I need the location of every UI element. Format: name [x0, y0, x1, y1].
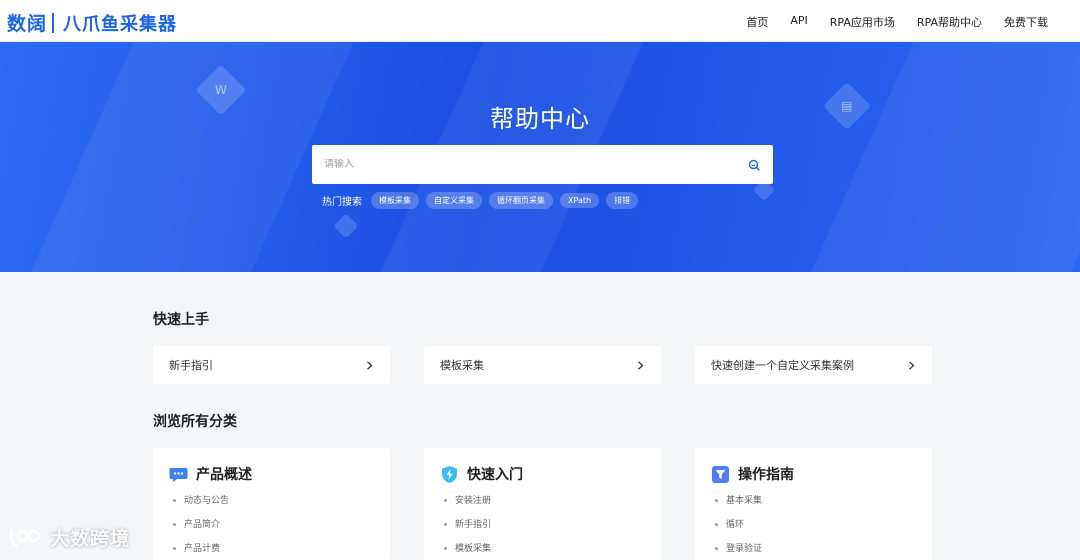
category-link[interactable]: 登录验证: [715, 542, 762, 560]
categories-heading: 浏览所有分类: [153, 414, 237, 430]
hot-search-label: 热门搜索: [322, 197, 362, 208]
category-link-label: 登录验证: [726, 544, 763, 554]
chevron-right-icon: [909, 360, 915, 370]
category-title: 快速入门: [467, 467, 523, 483]
category-header[interactable]: 操作指南: [711, 464, 794, 484]
hero-banner: W ▤ 帮助中心 热门搜索 模板采集 自定义采集 循环翻页采集 XPath 排错: [0, 42, 1080, 272]
bullet-icon: [173, 547, 176, 550]
hot-tag-debug[interactable]: 排错: [606, 192, 639, 209]
funnel-icon: [711, 465, 730, 484]
hot-search-row: 热门搜索 模板采集 自定义采集 循环翻页采集 XPath 排错: [322, 192, 639, 209]
category-link[interactable]: 新手指引: [444, 518, 491, 542]
category-link-label: 循环: [726, 520, 745, 530]
doc-icon: [333, 213, 359, 239]
category-link-label: 产品简介: [184, 520, 221, 530]
category-link-label: 动态与公告: [184, 496, 230, 506]
nav-item-download[interactable]: 免费下载: [1004, 14, 1048, 30]
nav-item-api[interactable]: API: [790, 14, 807, 30]
quick-card-label: 快速创建一个自定义采集案例: [711, 359, 854, 372]
logo-divider: [52, 12, 55, 33]
logo[interactable]: 数阔 八爪鱼采集器: [7, 9, 177, 36]
category-link-label: 安装注册: [455, 496, 492, 506]
bullet-icon: [444, 523, 447, 526]
hot-tag-template[interactable]: 模板采集: [371, 192, 419, 209]
page-title: 帮助中心: [490, 105, 590, 133]
category-link-label: 产品计费: [184, 544, 221, 554]
category-header[interactable]: 快速入门: [440, 464, 523, 484]
category-link-list: 安装注册 新手指引 模板采集: [444, 494, 491, 560]
bullet-icon: [444, 499, 447, 502]
hero-decor-band: [788, 42, 1080, 272]
bullet-icon: [715, 499, 718, 502]
quick-card-label: 模板采集: [440, 359, 484, 372]
chat-bubble-icon: [169, 465, 188, 484]
main-nav: 首页 API RPA应用市场 RPA帮助中心 免费下载: [746, 14, 1048, 30]
category-card-quickstart: 快速入门 安装注册 新手指引 模板采集: [424, 448, 661, 560]
quick-start-heading: 快速上手: [153, 312, 209, 328]
category-link[interactable]: 基本采集: [715, 494, 762, 518]
bullet-icon: [715, 523, 718, 526]
search-input[interactable]: [324, 159, 747, 170]
category-link[interactable]: 模板采集: [444, 542, 491, 560]
nav-item-home[interactable]: 首页: [746, 14, 768, 30]
category-link[interactable]: 循环: [715, 518, 762, 542]
lightning-shield-icon: [440, 465, 459, 484]
category-card-overview: 产品概述 动态与公告 产品简介 产品计费: [153, 448, 390, 560]
nav-item-rpa-market[interactable]: RPA应用市场: [830, 14, 895, 30]
category-card-guide: 操作指南 基本采集 循环 登录验证: [695, 448, 932, 560]
category-link-list: 动态与公告 产品简介 产品计费: [173, 494, 229, 560]
category-link-label: 新手指引: [455, 520, 492, 530]
logo-mark: 数阔: [7, 13, 48, 35]
watermark-logo-icon: [9, 529, 41, 547]
bullet-icon: [444, 547, 447, 550]
quick-card-newbie[interactable]: 新手指引: [153, 346, 390, 384]
bullet-icon: [173, 523, 176, 526]
category-link[interactable]: 动态与公告: [173, 494, 229, 518]
watermark: 大数跨境: [8, 524, 130, 551]
category-title: 产品概述: [196, 467, 252, 483]
watermark-text: 大数跨境: [50, 528, 131, 550]
search-icon[interactable]: [747, 158, 761, 172]
product-name: 八爪鱼采集器: [63, 13, 178, 35]
category-link[interactable]: 产品简介: [173, 518, 229, 542]
chevron-right-icon: [638, 360, 644, 370]
hot-tag-xpath[interactable]: XPath: [560, 193, 600, 208]
category-link-label: 模板采集: [455, 544, 492, 554]
hot-tag-custom[interactable]: 自定义采集: [426, 192, 482, 209]
category-link[interactable]: 产品计费: [173, 542, 229, 560]
category-link-list: 基本采集 循环 登录验证: [715, 494, 762, 560]
search-box: [312, 145, 773, 184]
nav-item-rpa-help[interactable]: RPA帮助中心: [917, 14, 982, 30]
hot-tag-pagination[interactable]: 循环翻页采集: [489, 192, 553, 209]
top-header: 数阔 八爪鱼采集器 首页 API RPA应用市场 RPA帮助中心 免费下载: [0, 0, 1080, 42]
category-title: 操作指南: [738, 467, 794, 483]
category-link[interactable]: 安装注册: [444, 494, 491, 518]
bullet-icon: [173, 499, 176, 502]
chevron-right-icon: [367, 360, 373, 370]
quick-card-template[interactable]: 模板采集: [424, 346, 661, 384]
category-header[interactable]: 产品概述: [169, 464, 252, 484]
quick-card-custom-case[interactable]: 快速创建一个自定义采集案例: [695, 346, 932, 384]
quick-card-label: 新手指引: [169, 359, 213, 372]
bullet-icon: [715, 547, 718, 550]
category-link-label: 基本采集: [726, 496, 763, 506]
